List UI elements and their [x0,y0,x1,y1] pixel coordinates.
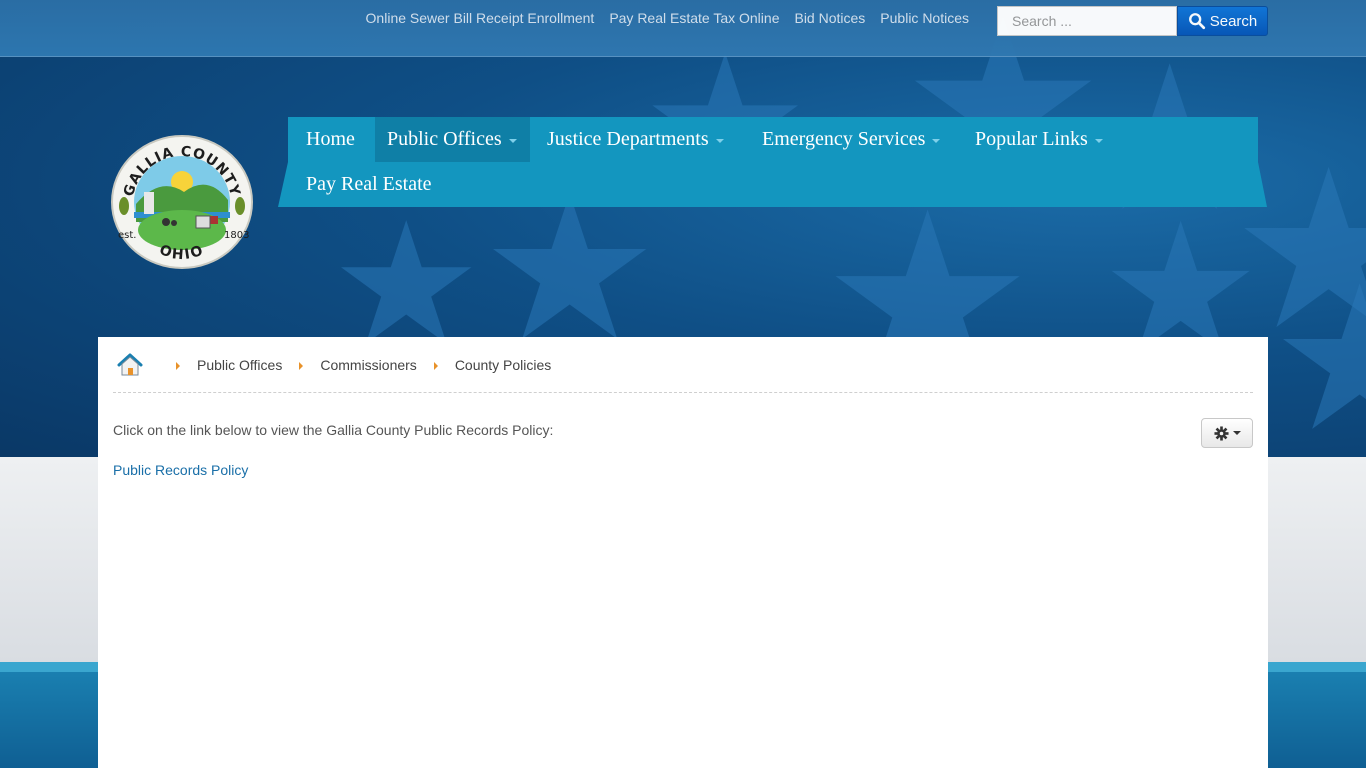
chevron-down-icon [715,139,724,143]
nav-justice-departments-label: Justice Departments [547,128,709,150]
home-icon[interactable] [117,353,143,377]
link-sewer-bill-enrollment[interactable]: Online Sewer Bill Receipt Enrollment [366,10,595,26]
article-options-button[interactable] [1201,418,1253,448]
star-decoration: ★ [1270,243,1366,458]
nav-popular-links[interactable]: Popular Links [957,117,1120,162]
nav-pay-real-estate-label: Pay Real Estate [306,173,432,195]
nav-emergency-services[interactable]: Emergency Services [744,117,957,162]
breadcrumb-arrow-icon [299,362,304,370]
logo-year-text: 1803 [224,230,249,241]
gear-icon [1213,425,1229,441]
intro-text: Click on the link below to view the Gall… [113,422,554,438]
nav-home-label: Home [306,128,355,150]
chevron-down-icon [932,139,941,143]
breadcrumb-arrow-icon [176,362,180,370]
logo-est-text: est. [118,230,136,241]
breadcrumb-current: County Policies [454,356,552,373]
search-button[interactable]: Search [1177,6,1268,36]
main-nav-row-1: Home Public Offices Justice Departments … [288,117,1258,169]
nav-emergency-services-label: Emergency Services [762,128,926,150]
content-panel: Public Offices Commissioners County Poli… [98,337,1268,768]
nav-public-offices[interactable]: Public Offices [375,117,530,169]
nav-justice-departments[interactable]: Justice Departments [529,117,741,162]
breadcrumb: Public Offices Commissioners County Poli… [113,337,1253,393]
chevron-down-icon [1094,139,1103,143]
search-input[interactable] [997,6,1177,36]
county-seal-logo[interactable]: GALLIA COUNTY OHIO est. 1803 [110,134,254,270]
nav-pay-real-estate[interactable]: Pay Real Estate [288,162,449,207]
chevron-down-icon [508,139,517,143]
search-icon [1188,13,1205,30]
breadcrumb-commissioners[interactable]: Commissioners [320,357,416,373]
search-button-label: Search [1209,12,1258,30]
main-nav-row-2: Pay Real Estate [278,162,1267,207]
public-records-policy-link[interactable]: Public Records Policy [113,462,248,478]
nav-public-offices-label: Public Offices [387,128,502,150]
nav-home[interactable]: Home [288,117,372,162]
nav-popular-links-label: Popular Links [975,128,1088,150]
chevron-down-icon [1232,431,1241,435]
link-pay-real-estate-tax[interactable]: Pay Real Estate Tax Online [609,10,779,26]
breadcrumb-public-offices[interactable]: Public Offices [197,357,282,373]
link-bid-notices[interactable]: Bid Notices [794,10,865,26]
utility-links: Online Sewer Bill Receipt Enrollment Pay… [366,10,969,26]
link-public-notices[interactable]: Public Notices [880,10,969,26]
top-utility-bar: Online Sewer Bill Receipt Enrollment Pay… [0,0,1366,57]
breadcrumb-arrow-icon [433,362,438,370]
